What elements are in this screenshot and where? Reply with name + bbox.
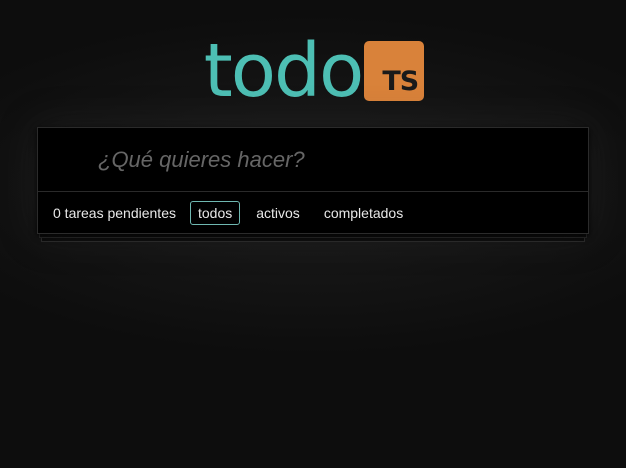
ts-logo-badge-text: TS	[382, 66, 419, 97]
todo-footer: 0 tareas pendientes todos activos comple…	[38, 192, 588, 233]
filter-active[interactable]: activos	[248, 201, 308, 225]
ts-logo-badge: TS	[364, 41, 425, 101]
app-header: todo TS	[0, 28, 626, 114]
app-logo-text: todo	[203, 28, 365, 114]
todo-app: 0 tareas pendientes todos activos comple…	[37, 127, 589, 242]
filter-all[interactable]: todos	[189, 200, 241, 225]
todo-panel: 0 tareas pendientes todos activos comple…	[37, 127, 589, 234]
todo-count: 0 tareas pendientes	[53, 204, 176, 221]
filter-completed[interactable]: completados	[316, 201, 411, 225]
new-todo-input[interactable]	[38, 128, 588, 192]
